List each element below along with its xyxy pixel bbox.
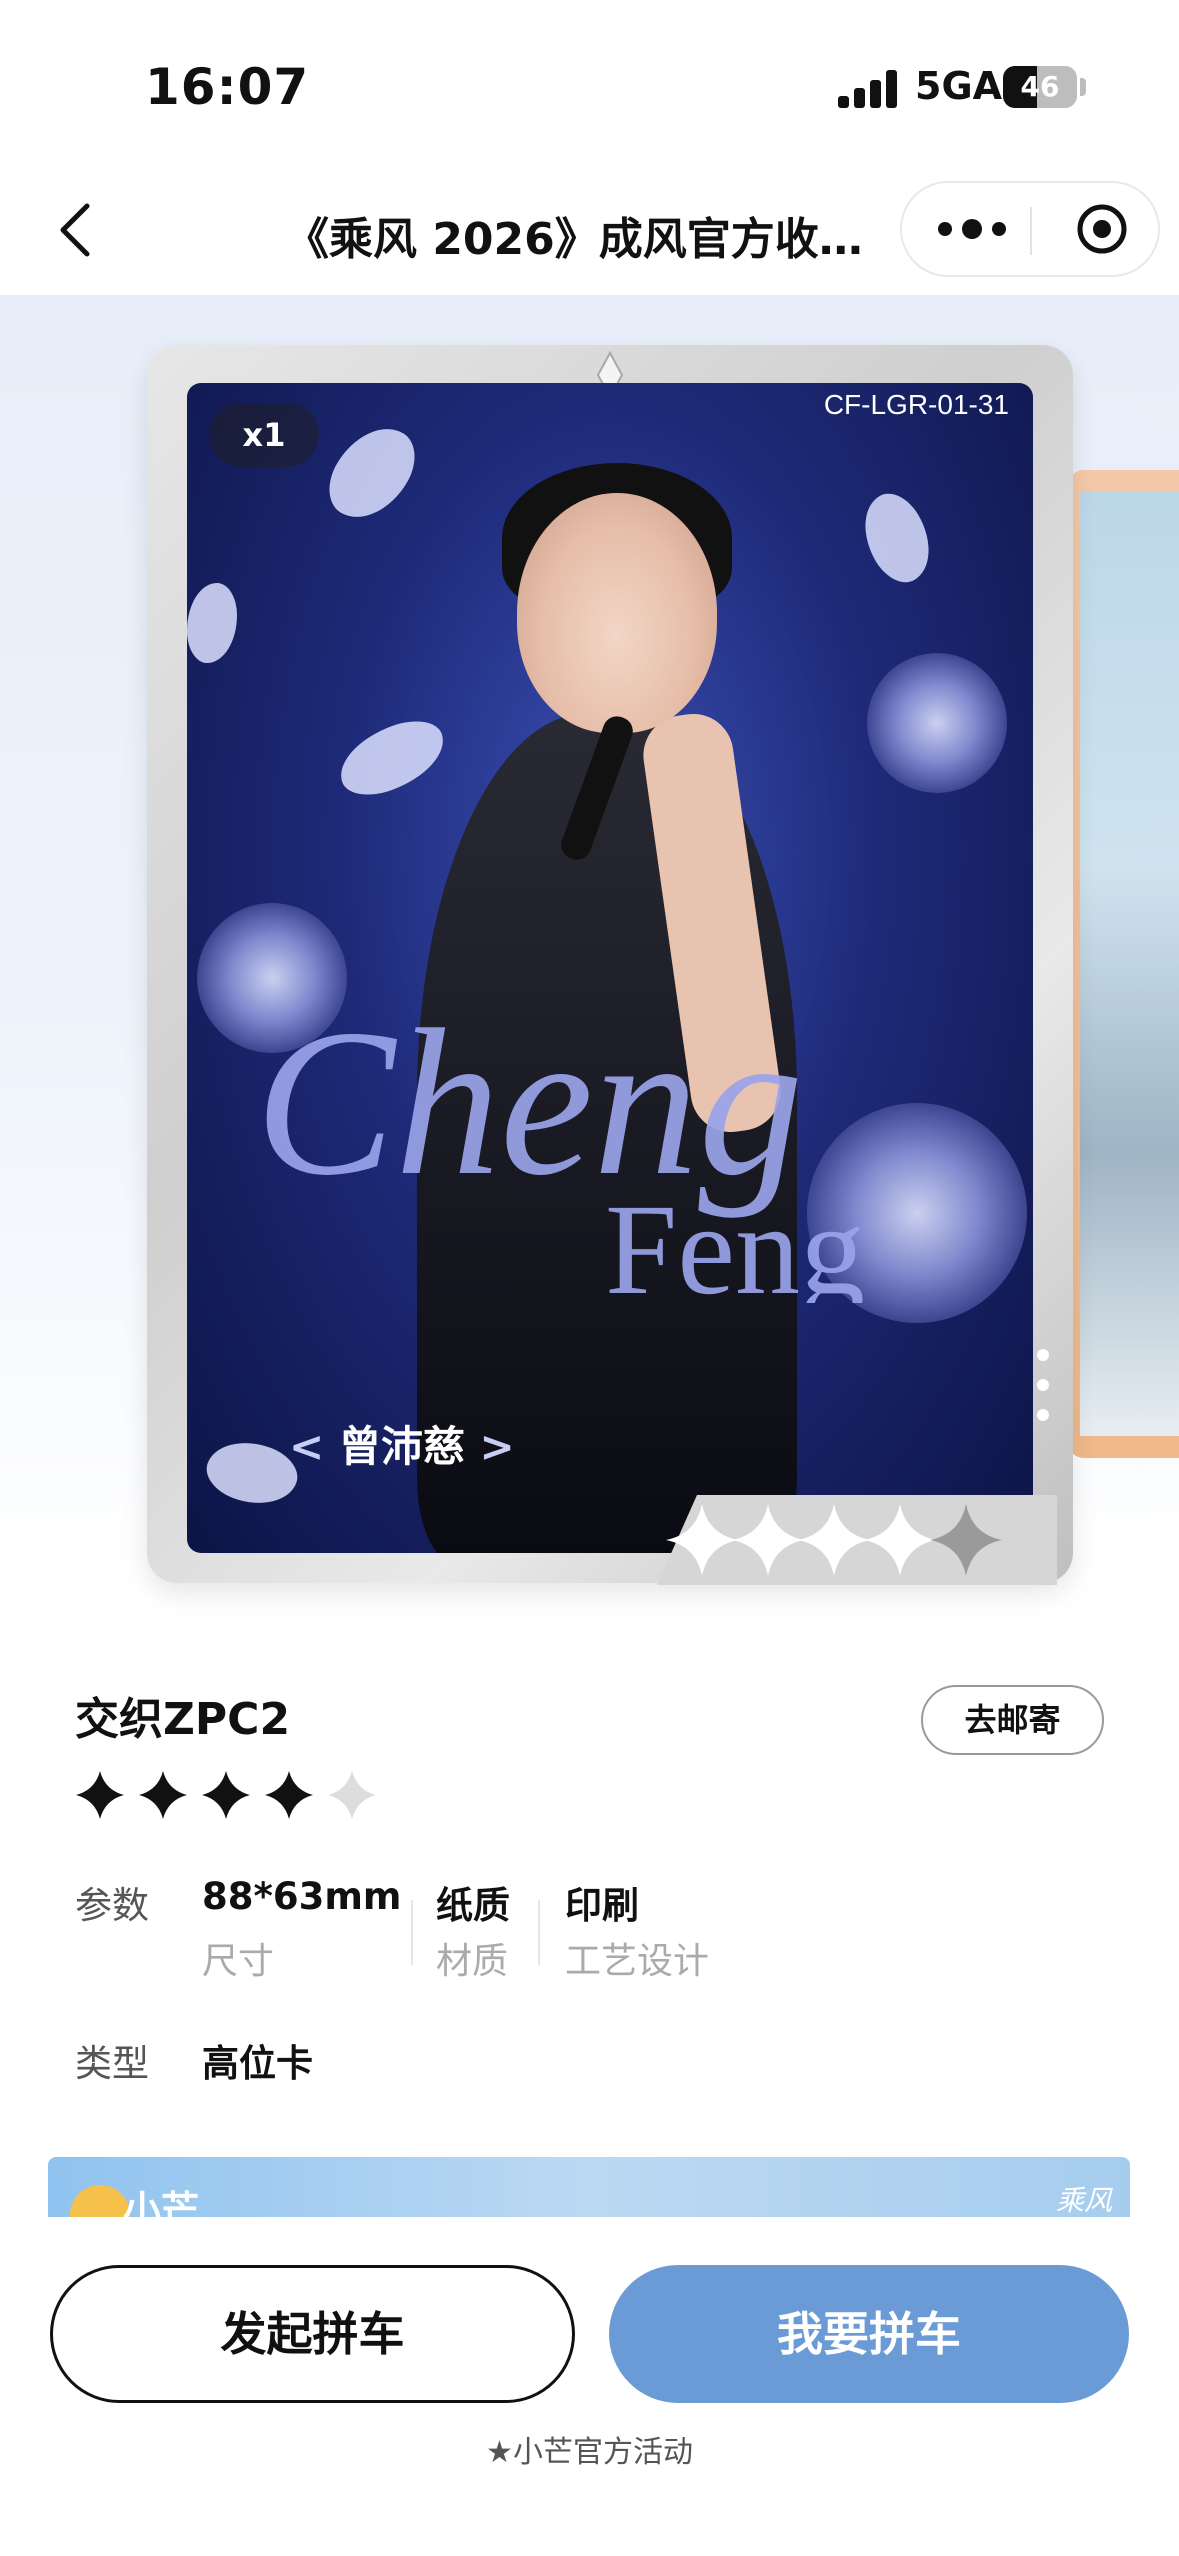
quantity-badge: x1 <box>209 403 319 467</box>
petal-1 <box>316 412 428 534</box>
petal-2 <box>330 710 454 806</box>
nav-bar: 《乘风 2026》成风官方收… <box>0 165 1179 295</box>
banner-brand-text: 乘风 <box>1055 2184 1112 2217</box>
star-filled-icon <box>265 1771 313 1819</box>
name-bracket-left: < <box>289 1422 325 1471</box>
type-label: 类型 <box>75 2042 149 2085</box>
singer-face <box>517 493 717 733</box>
spec-size-label: 尺寸 <box>202 1941 275 1982</box>
start-carpool-button[interactable]: 发起拼车 <box>50 2265 575 2403</box>
petal-3 <box>187 583 237 663</box>
artist-name-label: < 曾沛慈 > <box>289 1413 515 1474</box>
star-filled-icon <box>76 1771 124 1819</box>
more-icon-center <box>962 219 982 239</box>
page-title: 《乘风 2026》成风官方收… <box>285 214 863 265</box>
more-button[interactable] <box>922 183 1022 275</box>
rose-right-top <box>867 653 1007 793</box>
battery-tip <box>1080 78 1086 96</box>
target-icon <box>1077 204 1127 254</box>
petal-5 <box>848 484 946 592</box>
watermark-word-2: Feng <box>605 1178 865 1303</box>
battery-percent: 46 <box>1020 70 1060 103</box>
next-card-image <box>1080 492 1179 1436</box>
promo-banner[interactable]: 小芒 乘风 <box>48 2157 1130 2217</box>
spec-print-label: 工艺设计 <box>565 1941 710 1982</box>
rating-stars <box>76 1771 376 1819</box>
back-button[interactable] <box>40 195 110 265</box>
product-title: 交织ZPC2 <box>75 1694 291 1745</box>
more-icon <box>938 222 952 236</box>
spec-size-value: 88*63mm <box>202 1875 402 1918</box>
app-root: 16:07 5GA 46 《乘风 2026》成风官方收… Cheng Feng … <box>0 0 1179 2556</box>
spec-divider-2 <box>538 1900 540 1965</box>
chevron-left-icon <box>60 203 90 257</box>
official-activity-note: ★小芒官方活动 <box>486 2435 693 2470</box>
type-value: 高位卡 <box>202 2042 313 2085</box>
frame-dots <box>1037 1349 1049 1421</box>
rarity-stars-tab <box>657 1495 1057 1585</box>
bottom-action-bar: 发起拼车 我要拼车 ★小芒官方活动 <box>0 2217 1179 2556</box>
capsule-divider <box>1030 207 1032 255</box>
more-icon-right <box>992 222 1006 236</box>
star-empty-icon <box>328 1771 376 1819</box>
star-filled-icon <box>139 1771 187 1819</box>
chengfeng-watermark: Cheng Feng <box>255 987 865 1303</box>
card-frame[interactable]: Cheng Feng x1 CF-LGR-01-31 < 曾沛慈 > <box>147 345 1073 1585</box>
signal-icon <box>838 70 900 108</box>
mango-logo-icon <box>70 2185 130 2217</box>
spec-material-value: 纸质 <box>436 1884 510 1927</box>
battery-icon: 46 <box>1003 66 1077 108</box>
close-miniprogram-button[interactable] <box>1052 183 1152 275</box>
banner-logo-text: 小芒 <box>123 2188 200 2217</box>
status-time: 16:07 <box>145 58 310 116</box>
name-bracket-right: > <box>479 1422 515 1471</box>
mini-program-capsule <box>900 181 1160 277</box>
spec-label: 参数 <box>75 1884 149 1927</box>
spec-print-value: 印刷 <box>565 1884 639 1927</box>
artist-name: 曾沛慈 <box>338 1422 465 1471</box>
card-photo: Cheng Feng x1 CF-LGR-01-31 < 曾沛慈 > <box>187 383 1033 1553</box>
mail-button[interactable]: 去邮寄 <box>921 1685 1104 1755</box>
rating-star-row <box>76 1771 376 1819</box>
status-bar: 16:07 5GA 46 <box>0 0 1179 165</box>
card-serial: CF-LGR-01-31 <box>823 389 1009 420</box>
join-carpool-button[interactable]: 我要拼车 <box>609 2265 1129 2403</box>
card-carousel[interactable]: Cheng Feng x1 CF-LGR-01-31 < 曾沛慈 > <box>0 295 1179 1585</box>
next-card-preview[interactable] <box>1068 470 1179 1458</box>
network-type: 5GA <box>915 64 1003 108</box>
star-filled-icon <box>202 1771 250 1819</box>
spec-divider-1 <box>411 1900 413 1965</box>
spec-material-label: 材质 <box>436 1941 509 1982</box>
